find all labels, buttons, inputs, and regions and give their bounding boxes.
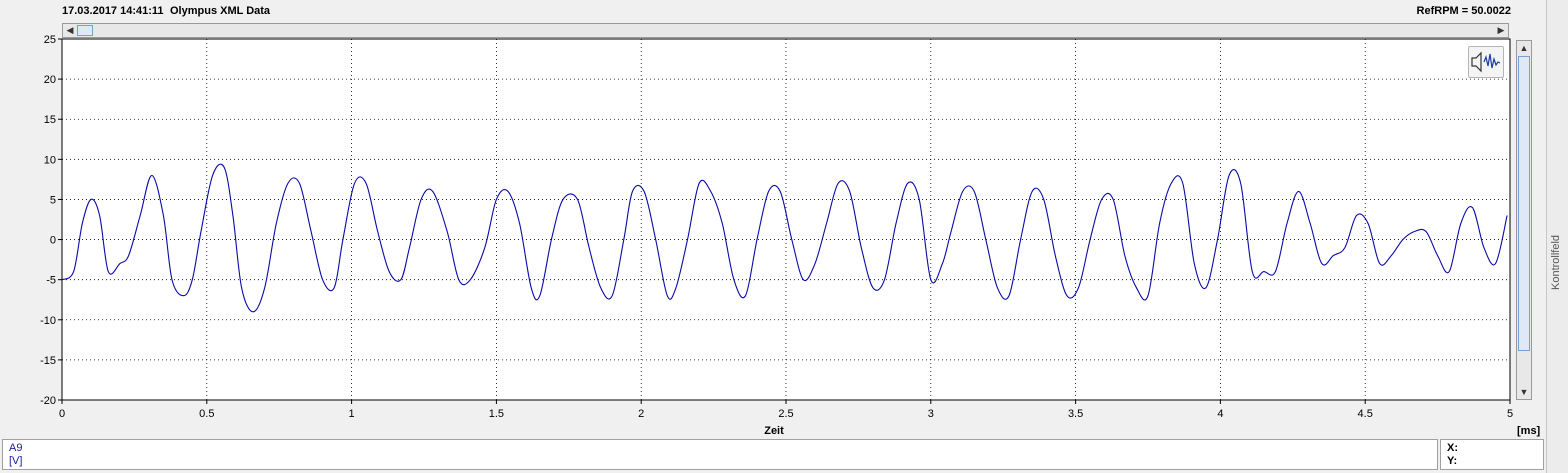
x-tick-label: 2 <box>638 408 644 420</box>
y-tick-label: 20 <box>44 74 56 86</box>
channel-name: A9 <box>9 442 23 454</box>
audio-playback-button[interactable] <box>1468 46 1504 78</box>
x-tick-label: 0 <box>59 408 65 420</box>
x-tick-label: 2.5 <box>778 408 793 420</box>
x-tick-label: 1 <box>349 408 355 420</box>
y-tick-label: 10 <box>44 154 56 166</box>
x-tick-label: 3.5 <box>1068 408 1083 420</box>
side-panel-label: Kontrollfeld <box>1550 234 1562 290</box>
x-axis-ticks: 0 0.5 1 1.5 2 2.5 3 3.5 4 4.5 5 <box>59 400 1513 420</box>
y-tick-label: 15 <box>44 114 56 126</box>
vertical-scrollbar[interactable]: ▲ ▼ <box>1516 40 1532 400</box>
y-tick-label: -5 <box>46 275 56 287</box>
x-tick-label: 0.5 <box>199 408 214 420</box>
x-tick-label: 4 <box>1217 408 1223 420</box>
cursor-readout: X: Y: <box>1440 439 1544 470</box>
y-tick-label: 5 <box>50 194 56 206</box>
scroll-down-icon[interactable]: ▼ <box>1517 385 1531 399</box>
y-tick-label: 25 <box>44 34 56 46</box>
side-panel-toggle[interactable]: Kontrollfeld <box>1546 0 1568 473</box>
waveform-chart[interactable]: 25 20 15 10 5 0 -5 -10 -15 -20 0 0.5 1 1.5 2 2.5 3 3.5 4 4… <box>0 0 1545 438</box>
vertical-scroll-thumb[interactable] <box>1518 56 1530 351</box>
scroll-up-icon[interactable]: ▲ <box>1517 41 1531 55</box>
y-tick-label: -10 <box>40 315 56 327</box>
x-axis-label: Zeit <box>764 425 784 437</box>
x-tick-label: 3 <box>928 408 934 420</box>
x-axis-unit: [ms] <box>1517 425 1541 437</box>
y-tick-label: 0 <box>50 235 56 247</box>
x-tick-label: 5 <box>1507 408 1513 420</box>
x-readout-label: X: <box>1447 442 1458 454</box>
y-readout-label: Y: <box>1447 455 1458 467</box>
x-tick-label: 4.5 <box>1358 408 1373 420</box>
y-tick-label: -20 <box>40 395 56 407</box>
channel-unit: [V] <box>9 455 23 467</box>
y-tick-label: -15 <box>40 355 56 367</box>
channel-legend: A9 [V] <box>2 439 1438 470</box>
y-axis-ticks: 25 20 15 10 5 0 -5 -10 -15 -20 <box>40 34 62 407</box>
x-tick-label: 1.5 <box>489 408 504 420</box>
speaker-waveform-icon <box>1471 51 1501 73</box>
